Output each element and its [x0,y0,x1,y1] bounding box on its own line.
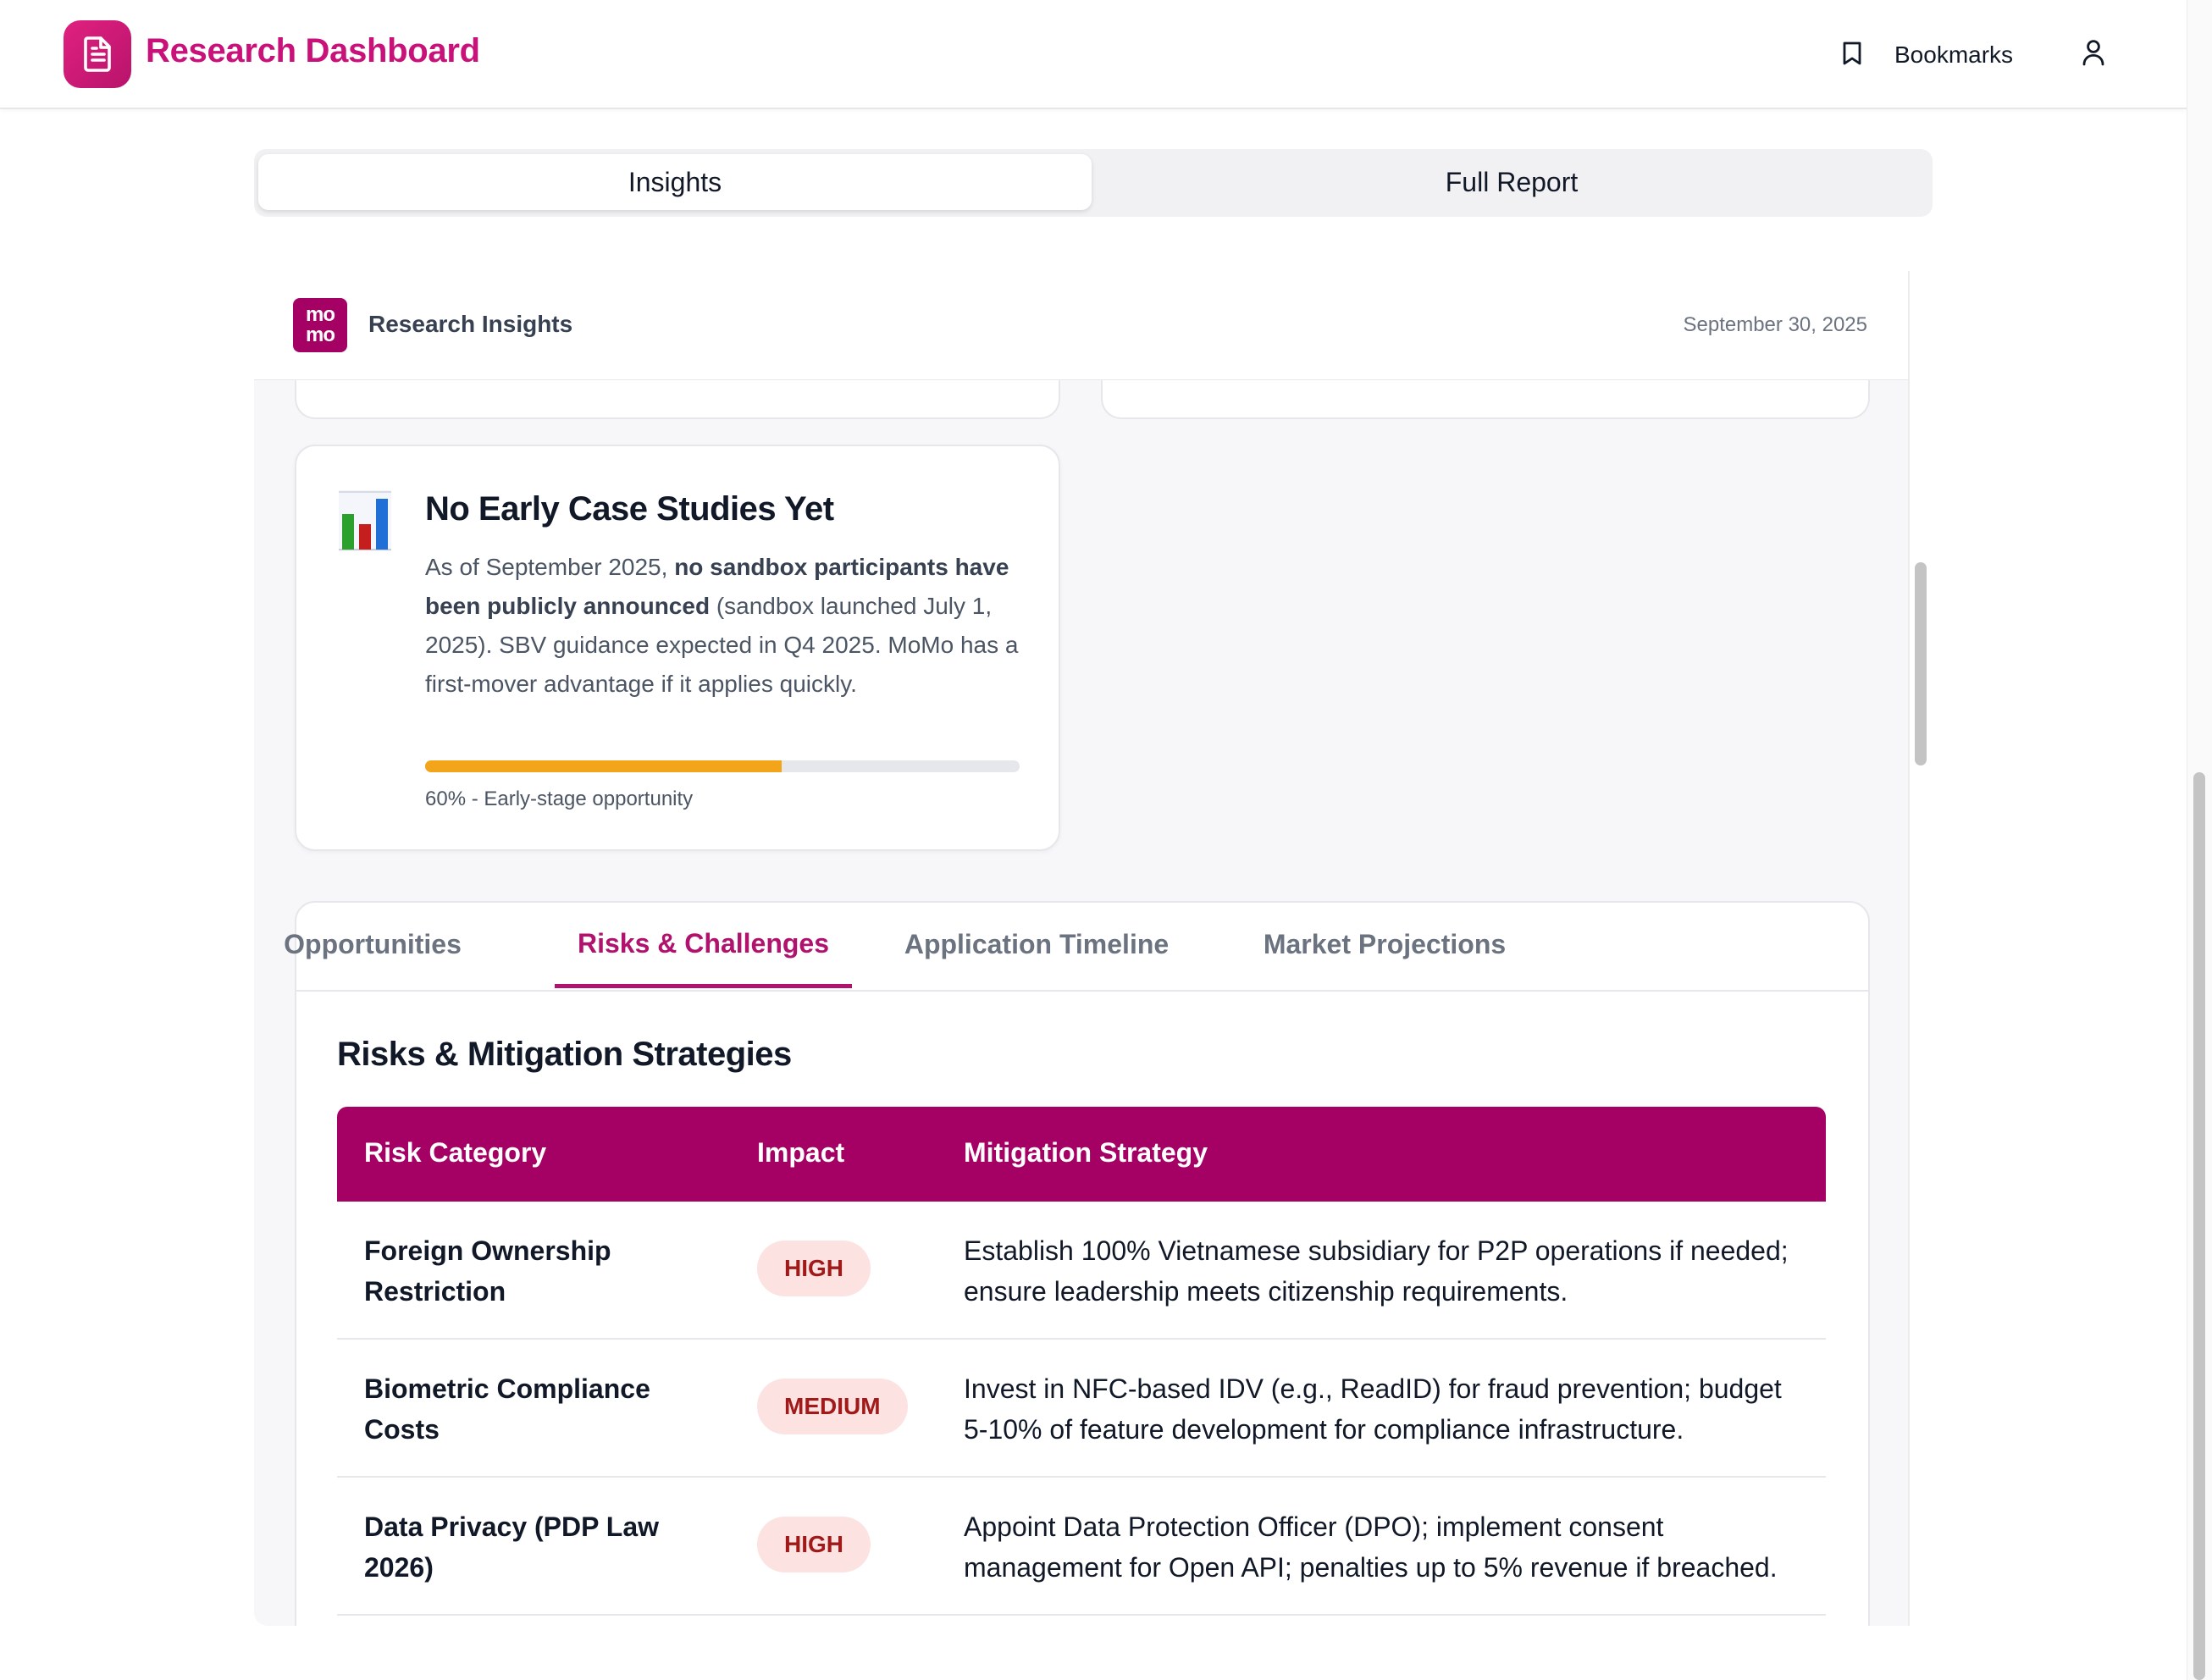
app-title[interactable]: Research Dashboard [146,32,480,70]
bar-chart-icon [339,490,391,551]
tab-risks-challenges[interactable]: Risks & Challenges [555,903,852,988]
tab-market-projections[interactable]: Market Projections [1262,903,1507,986]
impact-badge: HIGH [757,1241,871,1296]
progress-fill [425,760,782,772]
table-header: Risk Category Impact Mitigation Strategy [337,1107,1826,1202]
risk-category: Data Privacy (PDP Law 2026) [364,1511,660,1583]
insights-panel: mo mo Research Insights September 30, 20… [254,271,1933,1626]
tab-bar: Opportunities Risks & Challenges Applica… [284,903,1868,992]
mitigation-strategy: Appoint Data Protection Officer (DPO); i… [964,1511,1778,1583]
insight-body: As of September 2025, no sandbox partici… [425,554,1019,697]
momo-logo: mo mo [293,298,347,352]
page-scrollbar-thumb[interactable] [2193,772,2205,1680]
analysis-tabs-card: Opportunities Risks & Challenges Applica… [284,901,1870,1626]
panel-header: mo mo Research Insights September 30, 20… [254,271,1908,380]
mitigation-strategy: Invest in NFC-based IDV (e.g., ReadID) f… [964,1373,1782,1445]
insight-title: No Early Case Studies Yet [425,490,834,528]
mitigation-strategy: Establish 100% Vietnamese subsidiary for… [964,1235,1789,1307]
table-row: Data Privacy (PDP Law 2026) HIGH Appoint… [337,1478,1826,1616]
bookmarks-label: Bookmarks [1894,41,2014,68]
bookmarks-button[interactable]: Bookmarks [1842,34,2013,76]
section-title: Risks & Mitigation Strategies [337,1036,792,1073]
panel-date: September 30, 2025 [1683,313,1868,336]
view-toggle: Insights Full Report [254,149,1933,217]
document-icon[interactable] [64,20,131,88]
panel-scrollbar[interactable] [1908,271,1933,1626]
risk-table: Risk Category Impact Mitigation Strategy… [337,1107,1826,1616]
insight-card: No Early Case Studies Yet As of Septembe… [295,445,1060,851]
user-icon [2082,39,2105,70]
panel-scrollbar-thumb[interactable] [1915,562,1927,765]
panel-title: Research Insights [368,311,573,337]
user-profile-button[interactable] [2077,36,2110,73]
tab-opportunities[interactable]: Opportunities [284,903,462,986]
toggle-full-report[interactable]: Full Report [1095,154,1928,210]
progress-bar [425,760,1020,772]
column-header-risk-category: Risk Category [364,1137,547,1168]
column-header-mitigation: Mitigation Strategy [964,1137,1208,1168]
bookmark-icon [1842,41,1862,70]
impact-badge: HIGH [757,1517,871,1572]
tab-application-timeline[interactable]: Application Timeline [904,903,1169,986]
progress-label: 60% - Early-stage opportunity [425,788,694,810]
table-row: Foreign Ownership Restriction HIGH Estab… [337,1202,1826,1340]
risk-category: Foreign Ownership Restriction [364,1235,611,1307]
risk-category: Biometric Compliance Costs [364,1373,650,1445]
column-header-impact: Impact [757,1137,845,1168]
impact-badge: MEDIUM [757,1379,908,1434]
top-navbar: Research Dashboard Bookmarks [0,0,2187,109]
table-row: Biometric Compliance Costs MEDIUM Invest… [337,1340,1826,1478]
toggle-insights[interactable]: Insights [258,154,1092,210]
